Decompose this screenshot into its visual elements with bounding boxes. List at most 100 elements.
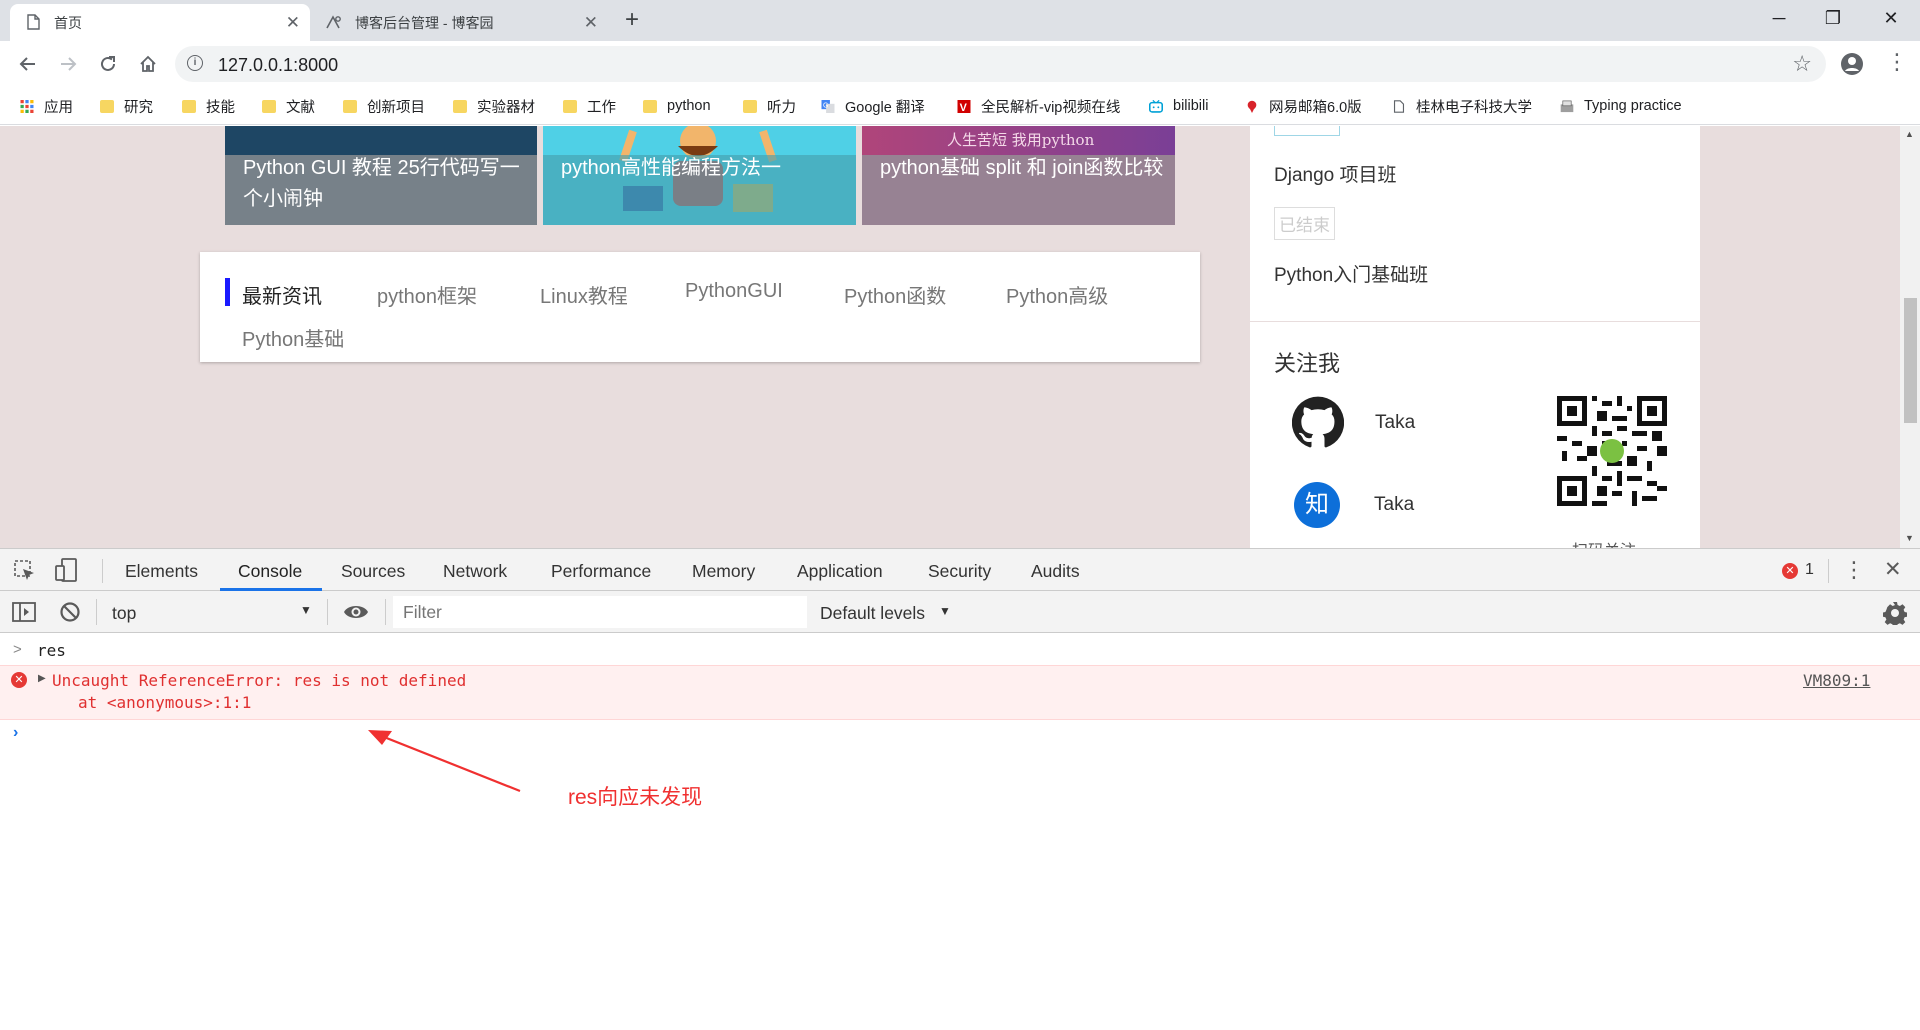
devtools-tab-application[interactable]: Application xyxy=(797,561,883,582)
gear-icon[interactable] xyxy=(1883,601,1907,625)
zhihu-icon[interactable]: 知 xyxy=(1294,482,1340,528)
back-button[interactable] xyxy=(13,49,43,79)
bookmark-netease-mail[interactable]: 网易邮箱6.0版 xyxy=(1245,95,1362,117)
article-card[interactable]: 人生苦短 我用python python基础 split 和 join函数比较 xyxy=(862,126,1175,225)
clear-console-icon[interactable] xyxy=(59,601,81,623)
article-caption: Python GUI 教程 25行代码写一个小闹钟 xyxy=(243,157,520,210)
sidebar-toggle-icon[interactable] xyxy=(12,602,36,622)
article-banner-text: 人生苦短 我用python xyxy=(947,131,1095,149)
bookmark-python[interactable]: python xyxy=(643,95,711,117)
page-icon xyxy=(1393,99,1405,113)
bookmark-innovation[interactable]: 创新项目 xyxy=(343,95,425,117)
scroll-down-icon[interactable]: ▼ xyxy=(1905,533,1914,543)
separator xyxy=(96,599,97,625)
category-tab-python-framework[interactable]: python框架 xyxy=(377,280,477,309)
separator xyxy=(1828,559,1829,583)
scroll-up-icon[interactable]: ▲ xyxy=(1905,129,1914,139)
category-tab-pythongui[interactable]: PythonGUI xyxy=(685,280,783,303)
article-caption: python基础 split 和 join函数比较 xyxy=(880,157,1164,179)
bookmark-typing-practice[interactable]: Typing practice xyxy=(1560,95,1682,117)
course-name[interactable]: Python入门基础班 xyxy=(1274,260,1428,287)
follow-name[interactable]: Taka xyxy=(1375,412,1415,434)
reload-button[interactable] xyxy=(93,49,123,79)
log-levels-value: Default levels xyxy=(820,603,926,623)
error-icon: ✕ xyxy=(1782,563,1798,579)
error-source-link[interactable]: VM809:1 xyxy=(1803,671,1870,690)
devtools-tab-audits[interactable]: Audits xyxy=(1031,561,1080,582)
follow-name[interactable]: Taka xyxy=(1374,494,1414,516)
filter-input[interactable] xyxy=(393,596,807,628)
category-tab-latest[interactable]: 最新资讯 xyxy=(242,280,322,309)
close-icon[interactable]: ✕ xyxy=(584,13,598,33)
article-card[interactable]: Python GUI 教程 25行代码写一个小闹钟 xyxy=(225,126,537,225)
devtools-tab-console[interactable]: Console xyxy=(238,561,302,582)
typing-icon xyxy=(1560,100,1574,112)
console-output[interactable]: > res ✕ ▶ Uncaught ReferenceError: res i… xyxy=(0,633,1920,1030)
devtools-menu-icon[interactable]: ⋮ xyxy=(1843,557,1865,583)
category-tab-python-advanced[interactable]: Python高级 xyxy=(1006,280,1108,309)
console-prompt-input[interactable] xyxy=(37,722,1887,746)
folder-icon xyxy=(343,99,357,113)
bookmark-bilibili[interactable]: bilibili xyxy=(1149,95,1208,117)
github-icon[interactable] xyxy=(1292,396,1344,448)
bookmark-work[interactable]: 工作 xyxy=(563,95,616,117)
error-count[interactable]: 1 xyxy=(1805,561,1814,579)
category-tab-linux[interactable]: Linux教程 xyxy=(540,280,628,309)
window-close-button[interactable]: ✕ xyxy=(1868,0,1914,36)
page-scrollbar[interactable]: ▲ ▼ xyxy=(1900,126,1920,548)
restore-button[interactable]: ❐ xyxy=(1810,0,1856,36)
minimize-button[interactable]: ─ xyxy=(1756,0,1802,36)
bookmark-literature[interactable]: 文献 xyxy=(262,95,315,117)
bookmark-apps[interactable]: 应用 xyxy=(20,95,73,117)
browser-menu-icon[interactable]: ⋮ xyxy=(1886,49,1908,75)
bookmark-label: Google 翻译 xyxy=(845,99,925,116)
tab-home[interactable]: 首页 ✕ xyxy=(10,4,310,41)
arrow-right-icon xyxy=(61,57,77,71)
devtools-tab-elements[interactable]: Elements xyxy=(125,561,198,582)
bookmark-star-icon[interactable]: ☆ xyxy=(1792,51,1812,77)
bookmark-listening[interactable]: 听力 xyxy=(743,95,796,117)
devtools-tab-network[interactable]: Network xyxy=(443,561,507,582)
bookmark-label: Typing practice xyxy=(1584,98,1682,114)
category-tab-python-basics[interactable]: Python基础 xyxy=(242,323,344,352)
bookmark-guet[interactable]: 桂林电子科技大学 xyxy=(1392,95,1532,117)
bookmark-research[interactable]: 研究 xyxy=(100,95,153,117)
close-icon[interactable]: ✕ xyxy=(286,13,300,33)
v-logo-icon: V xyxy=(957,99,971,113)
forward-button[interactable] xyxy=(53,49,83,79)
category-tab-python-functions[interactable]: Python函数 xyxy=(844,280,946,309)
bookmark-label: 听力 xyxy=(767,99,796,116)
bookmark-lab[interactable]: 实验器材 xyxy=(453,95,535,117)
console-prompt-icon: › xyxy=(13,724,19,741)
new-tab-button[interactable]: + xyxy=(625,6,639,34)
profile-avatar-icon[interactable] xyxy=(1840,52,1864,76)
bookmarks-bar: 应用 研究 技能 文献 创新项目 实验器材 工作 python 听力 G Goo… xyxy=(0,87,1920,125)
inspect-element-icon[interactable] xyxy=(14,560,36,582)
bookmark-google-translate[interactable]: G Google 翻译 xyxy=(821,95,925,117)
tab-blog-admin[interactable]: 博客后台管理 - 博客园 ✕ xyxy=(313,4,608,41)
course-name[interactable]: Django 项目班 xyxy=(1274,160,1397,187)
context-select[interactable]: top ▼ xyxy=(103,595,323,629)
separator xyxy=(102,559,103,583)
info-icon[interactable]: i xyxy=(187,55,203,71)
svg-text:G: G xyxy=(823,102,828,109)
devtools-tab-security[interactable]: Security xyxy=(928,561,991,582)
device-toolbar-icon[interactable] xyxy=(55,558,79,582)
log-levels-select[interactable]: Default levels ▼ xyxy=(812,595,962,629)
eye-icon[interactable] xyxy=(343,602,369,622)
devtools-close-icon[interactable]: ✕ xyxy=(1884,557,1902,582)
bookmark-label: 创新项目 xyxy=(367,99,425,116)
devtools-tab-performance[interactable]: Performance xyxy=(551,561,651,582)
expand-triangle-icon[interactable]: ▶ xyxy=(38,673,46,684)
bookmark-skills[interactable]: 技能 xyxy=(182,95,235,117)
netease-mail-icon xyxy=(1247,100,1257,113)
article-card[interactable]: python高性能编程方法一 xyxy=(543,126,856,225)
address-bar[interactable]: i 127.0.0.1:8000 ☆ xyxy=(175,46,1826,82)
bookmark-vip-video[interactable]: V 全民解析-vip视频在线 xyxy=(957,95,1120,117)
scrollbar-thumb[interactable] xyxy=(1904,298,1917,423)
devtools-tab-memory[interactable]: Memory xyxy=(692,561,755,582)
folder-icon xyxy=(743,99,757,113)
devtools-tab-sources[interactable]: Sources xyxy=(341,561,405,582)
article-caption: python高性能编程方法一 xyxy=(561,157,782,179)
home-button[interactable] xyxy=(133,49,163,79)
